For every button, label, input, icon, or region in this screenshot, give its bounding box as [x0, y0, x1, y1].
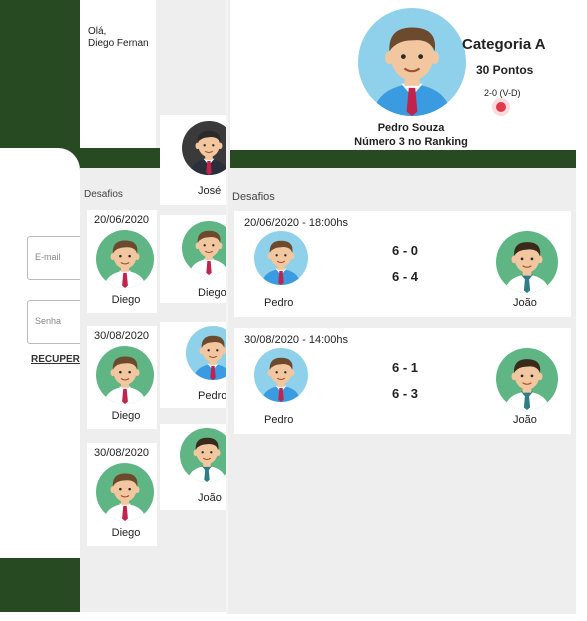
boy-avatar-icon: [180, 428, 230, 482]
ranking-player-name: José: [198, 185, 222, 197]
challenge-date: 30/08/2020: [94, 447, 150, 459]
boy-avatar-icon: [96, 463, 154, 521]
password-placeholder: Senha: [35, 316, 62, 326]
challenges-title: Desafios: [84, 189, 123, 200]
match-set-score: 6 - 4: [392, 269, 419, 284]
ranking-item[interactable]: João: [160, 424, 230, 510]
recover-password-link[interactable]: RECUPER: [31, 354, 80, 365]
boy-avatar-icon: [182, 221, 230, 275]
challenge-player-name: Diego: [111, 410, 141, 422]
email-placeholder: E-mail: [35, 252, 61, 262]
ranking-item[interactable]: Diego: [160, 215, 230, 303]
man-avatar-icon: [254, 231, 308, 285]
match-set-score: 6 - 0: [392, 243, 419, 258]
match-datetime: 30/08/2020 - 14:00hs: [244, 334, 348, 346]
boy-avatar-icon: [96, 346, 154, 404]
email-field[interactable]: E-mail: [27, 236, 80, 280]
challenge-player-name: Diego: [111, 294, 141, 306]
header-band: [230, 150, 576, 168]
record-indicator-dot: [496, 102, 506, 112]
profile-category: Categoria A: [462, 36, 546, 53]
profile-points: 30 Pontos: [476, 63, 534, 77]
greeting-text: Olá, Diego Fernan: [88, 26, 149, 50]
match-player-left: Pedro: [264, 297, 294, 309]
match-card[interactable]: 30/08/2020 - 14:00hs 6 - 1 6 - 3 Pedro J…: [234, 328, 571, 434]
man-avatar-icon: [358, 8, 466, 116]
greeting-line2: Diego Fernan: [88, 38, 149, 49]
boy-avatar-icon: [496, 231, 558, 293]
businessman-avatar-icon: [182, 121, 230, 175]
challenge-player-name: Diego: [111, 527, 141, 539]
ranking-screen: José Diego Pedro João: [160, 0, 230, 612]
match-set-score: 6 - 3: [392, 386, 419, 401]
challenge-date: 20/06/2020: [94, 214, 150, 226]
password-field[interactable]: Senha: [27, 300, 80, 344]
ranking-item[interactable]: José: [160, 115, 230, 205]
challenge-card[interactable]: 30/08/2020 Diego: [87, 326, 157, 429]
matches-title: Desafios: [232, 191, 275, 203]
man-avatar-icon: [254, 348, 308, 402]
login-screen: E-mail Senha RECUPER: [0, 0, 80, 612]
match-card[interactable]: 20/06/2020 - 18:00hs 6 - 0 6 - 4 Pedro J…: [234, 211, 571, 317]
challenges-screen: Olá, Diego Fernan Desafios 20/06/2020 Di…: [80, 0, 160, 612]
boy-avatar-icon: [496, 348, 558, 410]
boy-avatar-icon: [96, 230, 154, 288]
ranking-player-name: Pedro: [198, 390, 228, 402]
match-player-right: João: [513, 297, 537, 309]
app-stage: E-mail Senha RECUPER Olá, Diego Fernan D…: [0, 0, 587, 621]
ranking-player-name: Diego: [198, 287, 227, 299]
greeting-header: Olá, Diego Fernan: [80, 0, 156, 148]
profile-name: Pedro Souza: [377, 122, 445, 134]
profile-record: 2-0 (V-D): [484, 88, 521, 98]
challenge-date: 30/08/2020: [94, 330, 150, 342]
login-card: E-mail Senha: [0, 148, 80, 558]
man-avatar-icon: [186, 326, 230, 380]
header-band: [80, 148, 160, 168]
profile-name-block: Pedro Souza Número 3 no Ranking: [336, 121, 486, 149]
match-player-right: João: [513, 414, 537, 426]
profile-screen: Pedro Souza Número 3 no Ranking Categori…: [228, 0, 576, 614]
match-player-left: Pedro: [264, 414, 294, 426]
challenge-card[interactable]: 20/06/2020 Diego: [87, 210, 157, 313]
match-set-score: 6 - 1: [392, 360, 419, 375]
ranking-item[interactable]: Pedro: [160, 322, 230, 408]
ranking-player-name: João: [198, 492, 222, 504]
profile-ranking: Número 3 no Ranking: [354, 136, 468, 148]
profile-header: Pedro Souza Número 3 no Ranking Categori…: [230, 0, 576, 150]
greeting-line1: Olá,: [88, 26, 107, 37]
match-datetime: 20/06/2020 - 18:00hs: [244, 217, 348, 229]
challenge-card[interactable]: 30/08/2020 Diego: [87, 443, 157, 546]
